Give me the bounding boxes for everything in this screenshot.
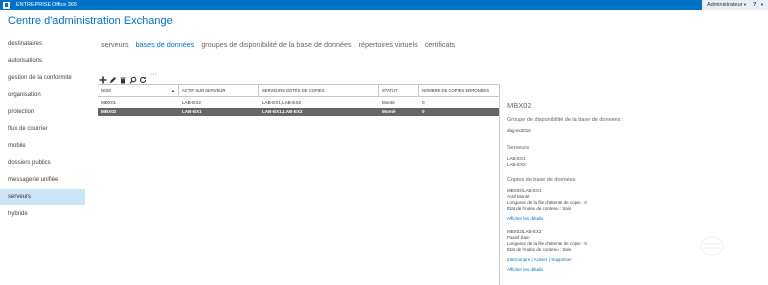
watermark-icon — [700, 236, 724, 256]
sidebar-item-organisation[interactable]: organisation — [0, 87, 85, 103]
add-icon[interactable] — [99, 71, 107, 84]
details-title: MBX02 — [507, 101, 532, 110]
tab-serveurs[interactable]: serveurs — [101, 40, 129, 49]
edit-icon[interactable] — [109, 71, 117, 83]
cell-nom: MBX01 — [101, 100, 117, 105]
chevron-down-icon[interactable]: ▼ — [743, 0, 747, 10]
sidebar-item-autorisations[interactable]: autorisations — [0, 53, 85, 69]
sidebar-item-mobile[interactable]: mobile — [0, 138, 85, 154]
table-row-selected[interactable]: MBX02 LAB-EX1 LAB-EX1,LAB-EX2 Monté 0 — [98, 108, 499, 116]
sidebar-item-hybride[interactable]: hybride — [0, 206, 85, 222]
help-icon[interactable]: ? — [753, 0, 756, 10]
sort-ascending-icon[interactable]: ▲ — [171, 85, 175, 96]
cell-serveurs: LAB-EX1,LAB-EX2 — [262, 100, 302, 105]
column-header-actif[interactable]: ACTIF SUR SERVEUR — [179, 85, 259, 96]
copy1-status: Actif Monté — [507, 194, 530, 199]
cell-actif: LAB-EX1 — [182, 109, 202, 114]
copy2-index: État de l'index de contenu : Sain — [507, 247, 572, 252]
cell-actif: LAB-EX2 — [182, 100, 201, 105]
column-header-copies-erronees[interactable]: NOMBRE DE COPIES ERRONÉES — [419, 85, 499, 96]
table-row[interactable]: MBX01 LAB-EX2 LAB-EX1,LAB-EX2 Monté 0 — [98, 99, 499, 107]
user-name[interactable]: Administrateur — [707, 0, 742, 10]
refresh-icon[interactable] — [139, 71, 147, 83]
copy2-status: Passif Sain — [507, 235, 530, 240]
cell-erronees: 0 — [422, 100, 425, 105]
copy1-queue: Longueur de la file d'attente de copie :… — [507, 200, 587, 205]
column-header-label: NOM — [101, 88, 111, 93]
cell-serveurs: LAB-EX1,LAB-EX2 — [262, 109, 303, 114]
dag-label: Groupe de disponibilité de la base de do… — [507, 117, 624, 123]
tab-groupes-disponibilite[interactable]: groupes de disponibilité de la base de d… — [201, 40, 351, 49]
tab-bar: serveurs bases de données groupes de dis… — [101, 40, 460, 49]
brand-office365[interactable]: Office 365 — [52, 0, 77, 10]
server-item: LAB-EX1 — [507, 156, 526, 161]
column-header-statut[interactable]: STATUT — [379, 85, 419, 96]
copy2-queue: Longueur de la file d'attente de copie :… — [507, 241, 587, 246]
app-title: Centre d'administration Exchange — [8, 15, 173, 27]
copy1-details-link[interactable]: Afficher les détails — [507, 216, 543, 221]
sidebar-item-serveurs[interactable]: serveurs — [0, 189, 85, 205]
sidebar-item-conformite[interactable]: gestion de la conformité — [0, 70, 85, 86]
user-menu[interactable]: Administrateur ▼ ? ▼ — [702, 0, 768, 10]
more-icon[interactable]: ··· — [150, 71, 160, 80]
sidebar-item-destinataires[interactable]: destinataires — [0, 36, 85, 52]
cell-statut: Monté — [382, 109, 396, 114]
copy1-name: MBX02\LAB-EX1 — [507, 188, 542, 193]
copies-label: Copies de base de données — [507, 177, 576, 183]
cell-nom: MBX02 — [101, 109, 117, 114]
tab-certificats[interactable]: certificats — [425, 40, 455, 49]
column-header-serveurs[interactable]: SERVEURS DOTÉS DE COPIES — [259, 85, 379, 96]
pane-divider[interactable] — [499, 84, 500, 285]
search-icon[interactable] — [129, 71, 137, 84]
tab-bases-de-donnees[interactable]: bases de données — [136, 40, 195, 49]
tab-repertoires-virtuels[interactable]: répertoires virtuels — [359, 40, 418, 49]
office-logo-icon[interactable] — [3, 1, 10, 9]
servers-label: Serveurs — [507, 145, 530, 151]
copy2-name: MBX02\LAB-EX2 — [507, 229, 542, 234]
copy2-details-link[interactable]: Afficher les détails — [507, 267, 543, 272]
sidebar-item-protection[interactable]: protection — [0, 104, 85, 120]
copy1-index: État de l'index de contenu : Sain — [507, 206, 572, 211]
cell-statut: Monté — [382, 100, 395, 105]
delete-icon[interactable] — [119, 71, 127, 84]
column-header-nom[interactable]: NOM ▲ — [98, 85, 179, 96]
top-bar: ENTREPRISE Office 365 Administrateur ▼ ?… — [0, 0, 768, 10]
chevron-down-icon[interactable]: ▼ — [760, 0, 764, 10]
copy2-actions[interactable]: Interrompre | Activer | Supprimer — [507, 257, 572, 262]
sidebar-item-flux-courrier[interactable]: flux de courrier — [0, 121, 85, 137]
sidebar-item-dossiers-publics[interactable]: dossiers publics — [0, 155, 85, 171]
table-header: NOM ▲ ACTIF SUR SERVEUR SERVEURS DOTÉS D… — [98, 84, 499, 97]
sidebar-item-messagerie-unifiee[interactable]: messagerie unifiée — [0, 172, 85, 188]
server-item: LAB-EX2 — [507, 162, 526, 167]
cell-erronees: 0 — [422, 109, 425, 114]
brand-enterprise[interactable]: ENTREPRISE — [16, 0, 51, 10]
dag-value: dag-ex2016 — [507, 128, 531, 133]
